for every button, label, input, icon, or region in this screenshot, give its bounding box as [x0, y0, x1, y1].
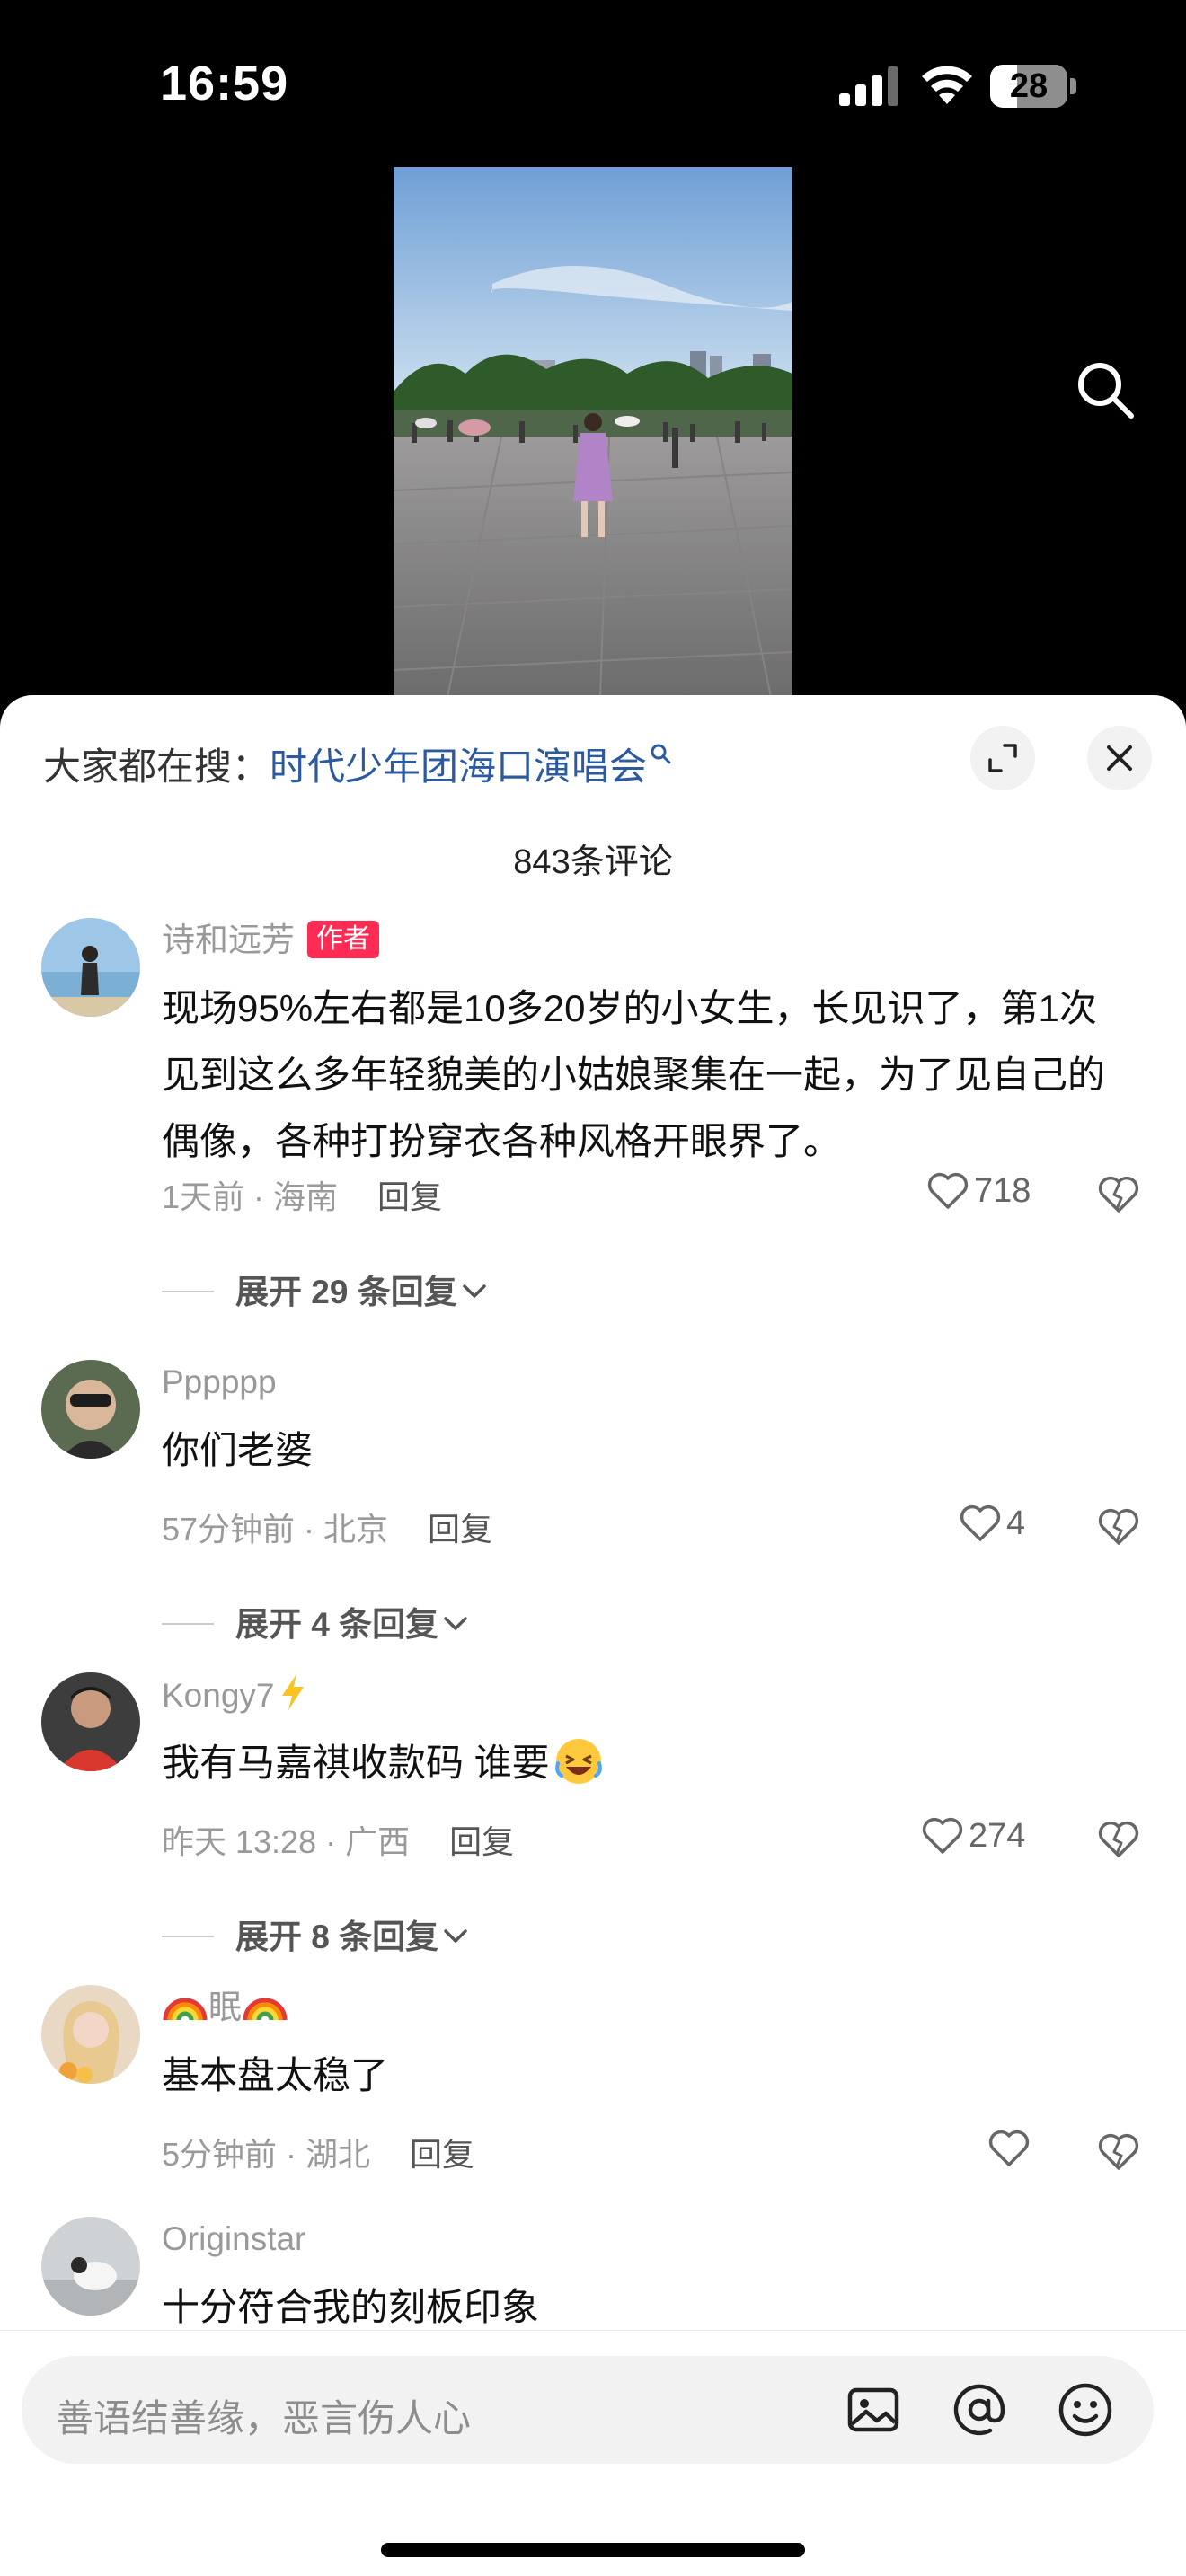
heart-icon	[988, 2130, 1030, 2166]
comment-author[interactable]: 诗和远芳 作者	[162, 918, 379, 963]
avatar[interactable]	[41, 1985, 140, 2084]
comment-count: 843条评论	[513, 843, 673, 881]
author-name[interactable]: Pppppp	[162, 1363, 277, 1400]
comment-meta: 5分钟前 · 湖北 回复	[162, 2129, 474, 2175]
reply-button[interactable]: 回复	[428, 1511, 492, 1548]
like-count: 274	[969, 1817, 1026, 1855]
chevron-down-icon	[444, 1617, 467, 1630]
comment-author[interactable]: 眠	[162, 1985, 288, 2030]
video-thumbnail[interactable]	[394, 167, 792, 697]
search-hint-link[interactable]: 时代少年团海口演唱会	[270, 745, 647, 788]
expand-replies[interactable]: 展开 8 条回复	[162, 1910, 469, 1955]
emoji-icon[interactable]	[1053, 2378, 1118, 2442]
status-bar: 16:59 28	[0, 0, 1186, 171]
like-button[interactable]	[987, 2127, 1035, 2168]
expand-replies-label[interactable]: 展开 8 条回复	[235, 1919, 438, 1955]
reply-button[interactable]: 回复	[377, 1178, 442, 1215]
expand-replies-label[interactable]: 展开 29 条回复	[235, 1274, 457, 1310]
comment-text-content: 我有马嘉祺收款码 谁要	[162, 1742, 550, 1784]
expand-replies-label[interactable]: 展开 4 条回复	[235, 1606, 438, 1643]
avatar[interactable]	[41, 2217, 140, 2316]
close-button[interactable]	[1087, 726, 1152, 790]
broken-heart-icon[interactable]	[1094, 1504, 1143, 1548]
comment-author[interactable]: Kongy7	[162, 1672, 309, 1718]
comment-meta: 1天前 · 海南 回复	[162, 1171, 442, 1218]
like-button[interactable]: 274	[920, 1814, 1025, 1856]
search-icon[interactable]	[1075, 359, 1136, 420]
avatar[interactable]	[41, 1672, 140, 1771]
reply-button[interactable]: 回复	[449, 1823, 514, 1860]
chevron-down-icon	[462, 1284, 486, 1298]
search-small-icon	[651, 744, 671, 764]
status-time: 16:59	[160, 57, 289, 110]
close-icon	[1107, 745, 1132, 771]
chevron-down-icon	[444, 1929, 467, 1943]
battery-icon: 28	[990, 65, 1076, 108]
author-badge: 作者	[307, 921, 379, 958]
comment-author[interactable]: Pppppp	[162, 1360, 277, 1405]
home-indicator[interactable]	[381, 2543, 805, 2557]
broken-heart-icon[interactable]	[1094, 2129, 1143, 2174]
battery-level: 28	[1009, 67, 1049, 105]
comment-time-location: 1天前 · 海南	[162, 1178, 339, 1215]
broken-heart-icon[interactable]	[1094, 1171, 1143, 1216]
author-name[interactable]: 诗和远芳	[162, 922, 295, 958]
image-icon[interactable]	[841, 2378, 906, 2442]
heart-icon	[927, 1172, 969, 1209]
expand-replies[interactable]: 展开 4 条回复	[162, 1597, 469, 1643]
reply-button[interactable]: 回复	[410, 2136, 474, 2173]
lightning-icon	[281, 1674, 304, 1710]
broken-heart-icon[interactable]	[1094, 1816, 1143, 1861]
author-name[interactable]: Originstar	[162, 2220, 305, 2257]
search-suggestion[interactable]: 大家都在搜：时代少年团海口演唱会	[43, 737, 672, 791]
comment-text[interactable]: 我有马嘉祺收款码 谁要	[162, 1730, 1123, 1796]
author-name[interactable]: Kongy7	[162, 1677, 275, 1714]
wifi-icon	[922, 66, 972, 104]
rainbow-icon	[163, 1998, 208, 2021]
comment-time-location: 5分钟前 · 湖北	[162, 2136, 371, 2173]
comment-meta: 昨天 13:28 · 广西 回复	[162, 1816, 514, 1863]
comment-text[interactable]: 你们老婆	[162, 1417, 1123, 1484]
author-name[interactable]: 眠	[208, 1989, 242, 2025]
signal-icon	[839, 66, 898, 106]
comment-time-location: 57分钟前 · 北京	[162, 1511, 389, 1548]
search-hint-prefix: 大家都在搜：	[43, 745, 270, 788]
heart-icon	[922, 1817, 963, 1854]
comment-input[interactable]: 善语结善缘，恶言伤人心	[22, 2356, 1154, 2464]
comment-sheet: 大家都在搜：时代少年团海口演唱会 843条评论 诗和远芳作者 现场95%左右都	[0, 695, 1186, 2576]
like-count: 4	[1006, 1504, 1026, 1542]
comment-meta: 57分钟前 · 北京 回复	[162, 1504, 492, 1550]
comment-input-bar: 善语结善缘，恶言伤人心	[0, 2330, 1186, 2576]
expand-icon	[988, 744, 1017, 772]
at-icon[interactable]	[947, 2378, 1012, 2442]
avatar[interactable]	[41, 918, 140, 1017]
video-area[interactable]	[0, 167, 1186, 697]
comment-time-location: 昨天 13:28 · 广西	[162, 1823, 411, 1860]
rainbow-icon	[243, 1998, 288, 2021]
comment-text[interactable]: 现场95%左右都是10多20岁的小女生，长见识了，第1次见到这么多年轻貌美的小姑…	[162, 975, 1123, 1175]
comment-text[interactable]: 基本盘太稳了	[162, 2042, 1123, 2109]
expand-replies[interactable]: 展开 29 条回复	[162, 1265, 488, 1310]
expand-button[interactable]	[970, 726, 1035, 790]
laughing-emoji-icon	[554, 1739, 602, 1784]
comment-input-placeholder: 善语结善缘，恶言伤人心	[56, 2397, 472, 2439]
like-count: 718	[974, 1172, 1031, 1210]
like-button[interactable]: 4	[958, 1502, 1025, 1543]
avatar[interactable]	[41, 1360, 140, 1459]
heart-icon	[960, 1504, 1001, 1541]
comment-author[interactable]: Originstar	[162, 2217, 305, 2262]
like-button[interactable]: 718	[925, 1169, 1031, 1211]
